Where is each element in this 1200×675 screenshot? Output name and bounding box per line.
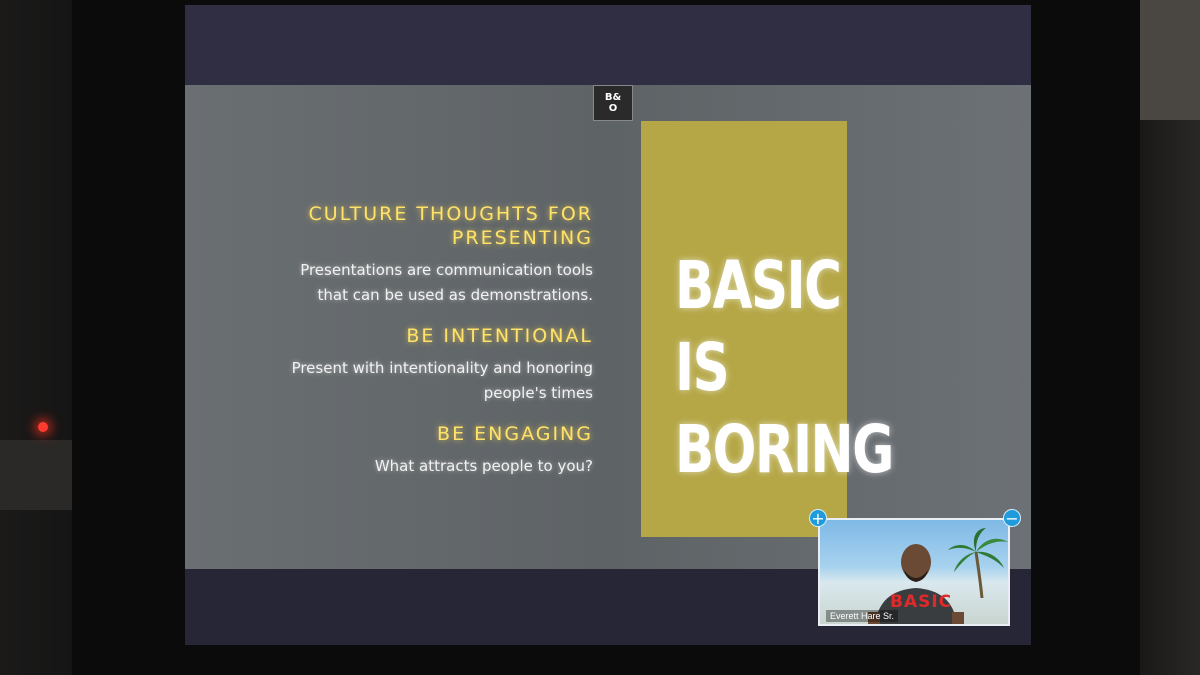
logo-line-1: B& (604, 92, 622, 103)
big-title-line-2: BORING (675, 411, 894, 488)
bo-logo-icon: B& O (593, 85, 633, 121)
body-intentional: Present with intentionality and honoring… (193, 356, 593, 406)
logo-line-2: O (608, 103, 618, 114)
heading-be-intentional: BE INTENTIONAL (406, 325, 593, 347)
slide-text-column: CULTURE THOUGHTS FOR PRESENTING Presenta… (193, 202, 593, 495)
heading-line-1: CULTURE THOUGHTS FOR (308, 203, 593, 225)
big-title: BASIC IS BORING (675, 245, 894, 491)
desk-object (0, 440, 75, 510)
heading-be-engaging: BE ENGAGING (437, 423, 593, 445)
add-video-button[interactable]: + (809, 509, 827, 527)
body-engaging: What attracts people to you? (374, 457, 593, 475)
body-presentations: Presentations are communication tools th… (193, 258, 593, 308)
body-line-1: Presentations are communication tools (300, 261, 593, 279)
top-letterbox (185, 5, 1031, 95)
big-title-line-1: BASIC IS (675, 247, 842, 406)
presentation-slide: B& O CULTURE THOUGHTS FOR PRESENTING Pre… (185, 85, 1031, 569)
power-led-icon (38, 422, 48, 432)
wall-corner (1135, 0, 1200, 120)
participant-name-label: Everett Hare Sr. (826, 610, 899, 622)
body-line-3: Present with intentionality and honoring (291, 359, 593, 377)
body-line-4: people's times (483, 384, 593, 402)
body-line-2: that can be used as demonstrations. (317, 286, 594, 304)
shirt-text: BASIC (890, 592, 953, 612)
heading-line-2: PRESENTING (451, 227, 593, 249)
participant-video-tile[interactable]: BASIC Everett Hare Sr. (818, 518, 1010, 626)
heading-culture-thoughts: CULTURE THOUGHTS FOR PRESENTING (193, 202, 593, 250)
remove-video-button[interactable]: − (1003, 509, 1021, 527)
